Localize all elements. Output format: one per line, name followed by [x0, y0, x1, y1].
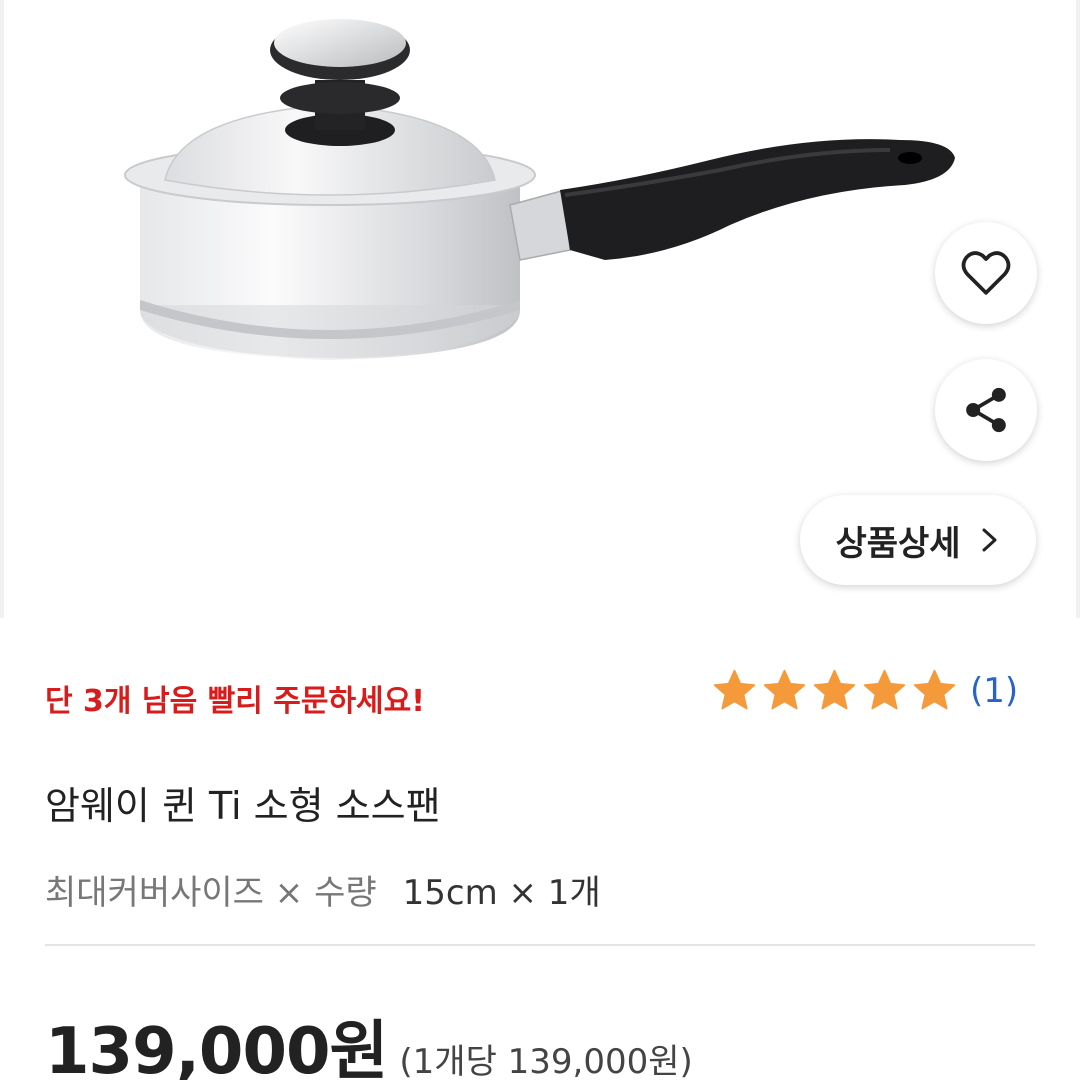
review-count[interactable]: (1) — [970, 671, 1018, 711]
product-detail-button[interactable]: 상품상세 — [800, 495, 1036, 585]
divider — [45, 944, 1035, 946]
star-icon — [763, 669, 806, 710]
selected-option: 최대커버사이즈 × 수량 15cm × 1개 — [45, 865, 601, 914]
heart-icon — [961, 251, 1011, 295]
option-label: 최대커버사이즈 × 수량 — [45, 873, 377, 913]
product-detail-label: 상품상세 — [835, 523, 961, 564]
image-edge-right — [1076, 0, 1080, 618]
star-icon — [913, 669, 956, 710]
total-price: 139,000원 — [45, 1015, 388, 1080]
price-row: 139,000원 (1개당 139,000원) — [45, 1000, 693, 1080]
option-value: 15cm × 1개 — [402, 873, 601, 913]
unit-price: (1개당 139,000원) — [399, 1042, 693, 1080]
image-edge-left — [0, 0, 4, 618]
share-button[interactable] — [935, 359, 1037, 461]
product-photo — [124, 19, 955, 360]
rating-summary[interactable]: (1) — [712, 668, 1018, 713]
wishlist-button[interactable] — [935, 222, 1037, 324]
stock-notice: 단 3개 남음 빨리 주문하세요! — [45, 684, 425, 719]
star-icon — [813, 669, 856, 710]
share-icon — [966, 387, 1006, 433]
product-title: 암웨이 퀸 Ti 소형 소스팬 — [45, 784, 441, 828]
product-image-area[interactable]: 상품상세 — [0, 0, 1080, 618]
star-icon — [713, 669, 756, 710]
chevron-right-icon — [982, 528, 997, 552]
star-icon — [863, 669, 906, 710]
